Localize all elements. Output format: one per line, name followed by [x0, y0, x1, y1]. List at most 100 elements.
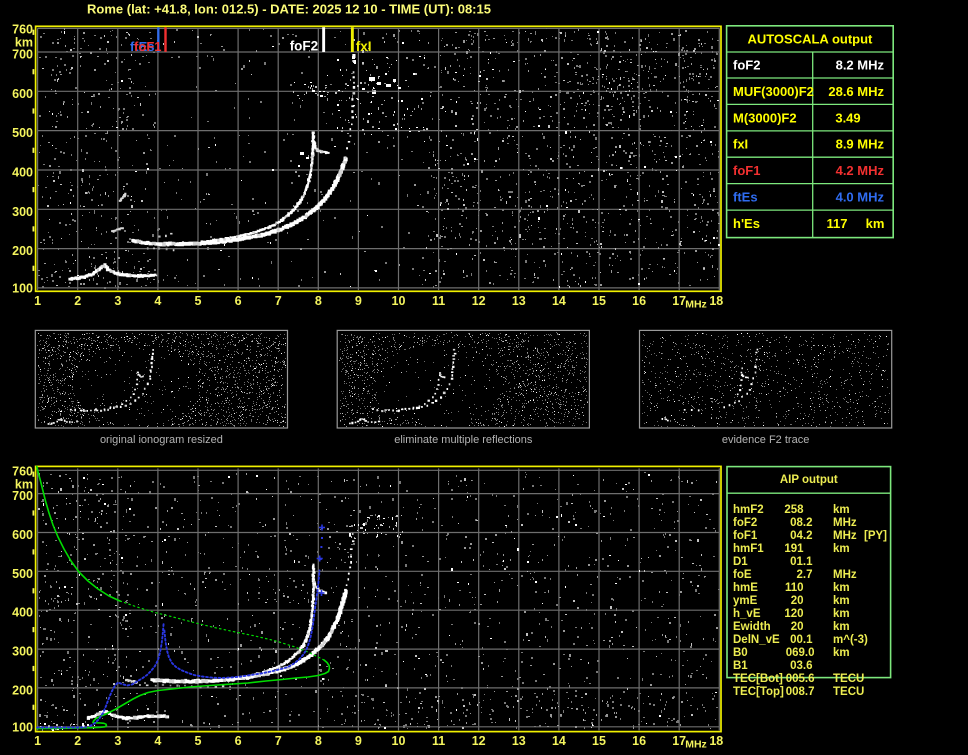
svg-text:AUTOSCALA output: AUTOSCALA output [747, 32, 873, 47]
svg-text:fxI: fxI [733, 137, 748, 152]
svg-text:MHz: MHz [833, 569, 857, 581]
svg-text:5: 5 [195, 734, 202, 748]
svg-text:ymE: ymE [733, 595, 758, 607]
svg-text:10: 10 [392, 734, 406, 748]
svg-text:18: 18 [709, 734, 723, 748]
svg-text:foF2: foF2 [733, 58, 760, 73]
svg-text:km: km [833, 582, 850, 594]
svg-text:TECU: TECU [833, 686, 864, 698]
svg-text:foF1: foF1 [733, 163, 760, 178]
svg-text:18: 18 [709, 294, 723, 308]
svg-text:B1: B1 [733, 660, 748, 672]
svg-text:6: 6 [235, 294, 242, 308]
svg-text:hmF2: hmF2 [733, 504, 764, 516]
svg-text:B0: B0 [733, 647, 748, 659]
svg-text:8.2 MHz: 8.2 MHz [836, 58, 885, 73]
svg-text:9: 9 [355, 734, 362, 748]
svg-text:16: 16 [632, 294, 646, 308]
svg-text:4: 4 [154, 294, 161, 308]
svg-text:01.1: 01.1 [790, 556, 813, 568]
svg-text:069.0: 069.0 [786, 647, 815, 659]
svg-text:3: 3 [114, 734, 121, 748]
svg-text:km: km [833, 621, 850, 633]
svg-text:1: 1 [34, 734, 41, 748]
svg-text:700: 700 [12, 48, 33, 62]
svg-text:400: 400 [12, 606, 33, 620]
svg-text:9: 9 [355, 294, 362, 308]
svg-text:28.6 MHz: 28.6 MHz [828, 84, 884, 99]
svg-text:TEC[Top]: TEC[Top] [733, 686, 784, 698]
svg-text:12: 12 [472, 294, 486, 308]
svg-text:7: 7 [275, 734, 282, 748]
svg-text:6: 6 [235, 734, 242, 748]
svg-text:12: 12 [472, 734, 486, 748]
svg-text:MHz: MHz [685, 298, 707, 310]
svg-text:h_vE: h_vE [733, 608, 761, 620]
svg-text:D1: D1 [733, 556, 748, 568]
svg-text:MHz: MHz [833, 517, 857, 529]
svg-text:original ionogram resized: original ionogram resized [100, 434, 223, 446]
svg-text:Rome (lat: +41.8, lon: 012.5): Rome (lat: +41.8, lon: 012.5) - DATE: 20… [87, 2, 491, 17]
svg-text:foF2: foF2 [290, 39, 319, 54]
svg-text:2: 2 [74, 734, 81, 748]
svg-text:4: 4 [154, 734, 161, 748]
svg-text:MHz: MHz [685, 739, 707, 751]
svg-text:2.7: 2.7 [797, 569, 813, 581]
svg-text:04.2: 04.2 [790, 530, 812, 542]
svg-text:300: 300 [12, 205, 33, 219]
svg-text:13: 13 [512, 294, 526, 308]
svg-text:005.6: 005.6 [786, 673, 815, 685]
svg-text:008.7: 008.7 [786, 686, 815, 698]
svg-text:AIP output: AIP output [780, 474, 838, 486]
svg-text:MUF(3000)F2: MUF(3000)F2 [733, 84, 814, 99]
svg-text:11: 11 [432, 294, 445, 308]
svg-text:[PY]: [PY] [864, 530, 887, 542]
svg-text:MHz: MHz [833, 530, 857, 542]
svg-text:258: 258 [784, 504, 804, 516]
svg-text:5: 5 [195, 294, 202, 308]
svg-text:km: km [866, 216, 885, 231]
svg-text:117: 117 [827, 216, 848, 231]
svg-text:600: 600 [12, 87, 33, 101]
svg-text:400: 400 [12, 166, 33, 180]
svg-text:Ewidth: Ewidth [733, 621, 771, 633]
svg-text:3: 3 [114, 294, 121, 308]
svg-text:17: 17 [672, 294, 686, 308]
svg-text:h'Es: h'Es [733, 216, 760, 231]
svg-text:20: 20 [791, 595, 804, 607]
svg-text:10: 10 [392, 294, 406, 308]
svg-text:km: km [833, 504, 850, 516]
svg-text:TEC[Bot]: TEC[Bot] [733, 673, 783, 685]
svg-text:16: 16 [632, 734, 646, 748]
svg-text:foF1: foF1 [733, 530, 758, 542]
svg-text:14: 14 [552, 734, 566, 748]
svg-text:fxI: fxI [356, 39, 372, 54]
svg-text:M(3000)F2: M(3000)F2 [733, 110, 797, 125]
svg-text:km: km [833, 595, 850, 607]
svg-text:100: 100 [12, 721, 33, 735]
svg-text:200: 200 [12, 244, 33, 258]
svg-text:4.0 MHz: 4.0 MHz [836, 190, 885, 205]
svg-text:km: km [833, 608, 850, 620]
svg-text:eliminate multiple reflections: eliminate multiple reflections [394, 434, 533, 446]
svg-text:20: 20 [791, 621, 804, 633]
svg-text:km: km [833, 647, 850, 659]
svg-text:760: 760 [12, 23, 33, 37]
svg-text:4.2 MHz: 4.2 MHz [836, 163, 885, 178]
svg-text:14: 14 [552, 294, 566, 308]
svg-text:110: 110 [785, 582, 804, 594]
svg-text:8: 8 [315, 294, 322, 308]
svg-text:foF2: foF2 [733, 517, 757, 529]
svg-text:120: 120 [784, 608, 803, 620]
svg-text:2: 2 [74, 294, 81, 308]
svg-text:17: 17 [672, 734, 686, 748]
svg-text:8.9 MHz: 8.9 MHz [836, 137, 885, 152]
svg-text:evidence F2 trace: evidence F2 trace [722, 434, 809, 446]
svg-text:DelN_vE: DelN_vE [733, 634, 780, 646]
svg-text:08.2: 08.2 [790, 517, 812, 529]
svg-text:8: 8 [315, 734, 322, 748]
svg-text:km: km [833, 543, 850, 555]
svg-text:03.6: 03.6 [790, 660, 812, 672]
svg-text:191: 191 [784, 543, 804, 555]
svg-text:600: 600 [12, 528, 33, 542]
